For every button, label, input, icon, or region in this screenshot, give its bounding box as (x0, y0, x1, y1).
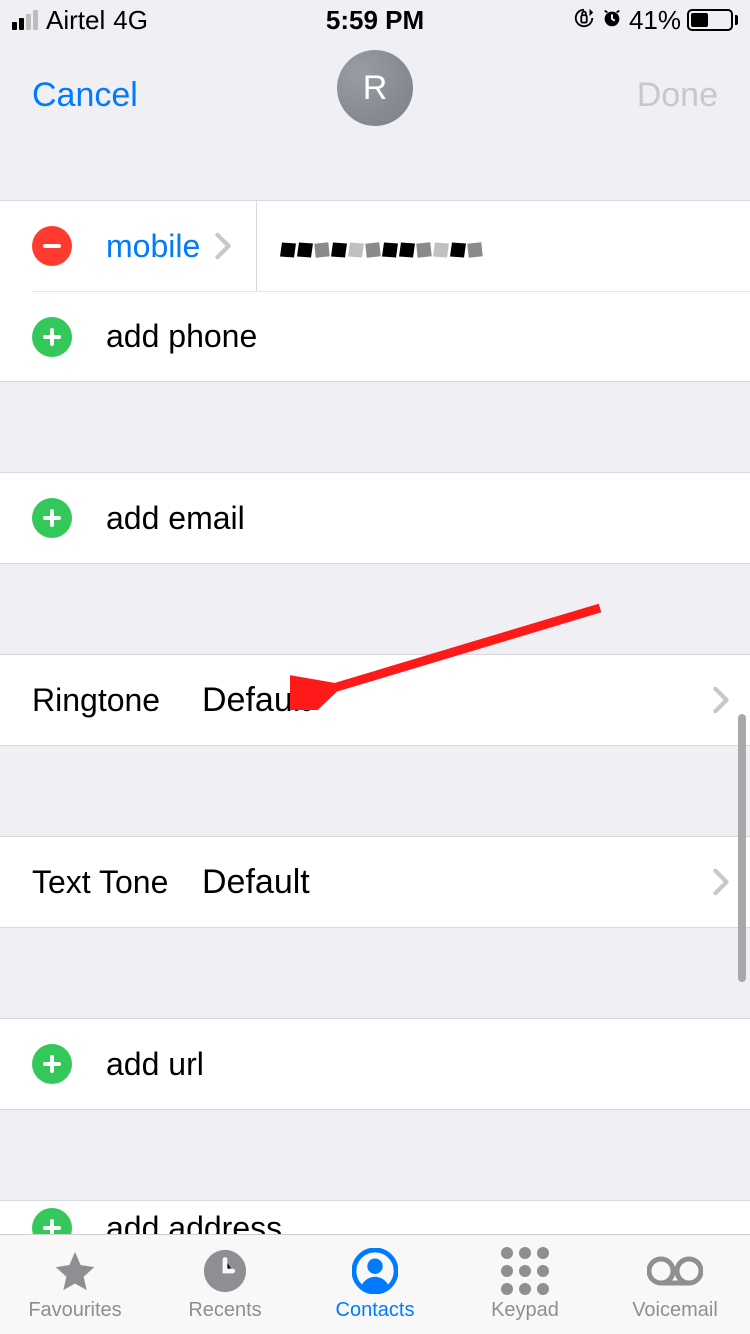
minus-icon (43, 244, 61, 248)
tab-favourites[interactable]: Favourites (0, 1235, 150, 1334)
tab-keypad[interactable]: Keypad (450, 1235, 600, 1334)
url-section: add url (0, 1018, 750, 1110)
ringtone-label: Ringtone (32, 682, 202, 719)
nav-header: Cancel R Done (0, 40, 750, 200)
add-email-button[interactable] (32, 498, 72, 538)
texttone-value: Default (202, 863, 310, 902)
redacted-value (281, 243, 482, 257)
phone-row[interactable]: mobile (0, 201, 750, 291)
contacts-icon (352, 1247, 398, 1295)
signal-icon (12, 10, 38, 30)
ringtone-row[interactable]: Ringtone Default (0, 655, 750, 745)
phone-type-label: mobile (106, 228, 200, 265)
status-right: 41% (573, 5, 738, 36)
tab-label: Recents (188, 1299, 261, 1322)
status-bar: Airtel 4G 5:59 PM 41% (0, 0, 750, 40)
add-phone-label: add phone (106, 318, 257, 355)
tab-voicemail[interactable]: Voicemail (600, 1235, 750, 1334)
add-address-row[interactable]: add address (0, 1201, 750, 1234)
add-address-label: add address (106, 1210, 282, 1235)
plus-icon (43, 1219, 61, 1234)
ringtone-value: Default (202, 681, 310, 720)
plus-icon (43, 1055, 61, 1073)
carrier-label: Airtel (46, 5, 105, 36)
voicemail-icon (647, 1247, 703, 1295)
clock-label: 5:59 PM (326, 5, 424, 36)
texttone-label: Text Tone (32, 864, 202, 901)
done-button[interactable]: Done (637, 76, 718, 115)
ringtone-section: Ringtone Default (0, 654, 750, 746)
phone-type-selector[interactable]: mobile (106, 228, 232, 265)
tab-bar: Favourites Recents Contacts Keypad Voice… (0, 1234, 750, 1334)
add-url-label: add url (106, 1046, 204, 1083)
battery-icon (687, 9, 738, 31)
add-phone-row[interactable]: add phone (32, 291, 750, 381)
tab-label: Favourites (28, 1299, 121, 1322)
chevron-right-icon (712, 686, 730, 714)
chevron-right-icon (214, 232, 232, 260)
alarm-icon (601, 5, 623, 36)
add-url-row[interactable]: add url (0, 1019, 750, 1109)
add-phone-button[interactable] (32, 317, 72, 357)
network-label: 4G (113, 5, 148, 36)
texttone-row[interactable]: Text Tone Default (0, 837, 750, 927)
battery-pct-label: 41% (629, 5, 681, 36)
phone-number-field[interactable] (281, 228, 482, 265)
tab-recents[interactable]: Recents (150, 1235, 300, 1334)
phone-section: mobile add phone (0, 200, 750, 382)
texttone-section: Text Tone Default (0, 836, 750, 928)
address-section: add address (0, 1200, 750, 1234)
tab-contacts[interactable]: Contacts (300, 1235, 450, 1334)
keypad-icon (501, 1247, 549, 1295)
avatar[interactable]: R (337, 50, 413, 126)
orientation-lock-icon (573, 5, 595, 36)
star-icon (51, 1247, 99, 1295)
scroll-indicator[interactable] (738, 714, 746, 982)
add-email-row[interactable]: add email (0, 473, 750, 563)
tab-label: Contacts (336, 1299, 415, 1322)
add-email-label: add email (106, 500, 245, 537)
remove-phone-button[interactable] (32, 226, 72, 266)
clock-icon (202, 1247, 248, 1295)
tab-label: Voicemail (632, 1299, 718, 1322)
divider (256, 201, 257, 291)
status-left: Airtel 4G (12, 5, 148, 36)
cancel-button[interactable]: Cancel (32, 76, 138, 115)
edit-contact-form: mobile add phone add email (0, 200, 750, 1234)
add-url-button[interactable] (32, 1044, 72, 1084)
email-section: add email (0, 472, 750, 564)
tab-label: Keypad (491, 1299, 559, 1322)
add-address-button[interactable] (32, 1208, 72, 1234)
plus-icon (43, 328, 61, 346)
chevron-right-icon (712, 868, 730, 896)
plus-icon (43, 509, 61, 527)
